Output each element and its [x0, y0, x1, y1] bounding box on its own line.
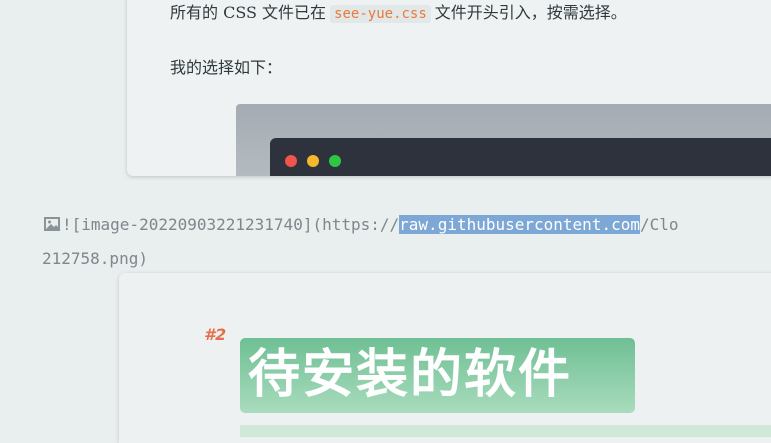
inline-code-filename: see-yue.css	[330, 5, 431, 23]
preview-text-suffix: 文件开头引入，按需选择。	[434, 3, 627, 22]
maximize-dot-icon	[329, 155, 341, 167]
source-suffix-text: /Clo	[639, 215, 679, 234]
image-icon	[44, 217, 60, 231]
section-number-badge: #2	[204, 325, 227, 344]
preview-screenshot-image[interactable]	[236, 104, 771, 176]
preview-paragraph-2: 我的选择如下：	[170, 58, 283, 77]
markdown-image-source-line[interactable]: ![image-20220903221231740](https://raw.g…	[44, 210, 679, 240]
rendered-image-card[interactable]: #2 待安装的软件	[119, 273, 771, 443]
rendered-preview-card: 所有的 CSS 文件已在 see-yue.css 文件开头引入，按需选择。 我的选择…	[127, 0, 771, 176]
preview-paragraph-1: 所有的 CSS 文件已在 see-yue.css 文件开头引入，按需选择。	[170, 2, 627, 25]
decorative-strip	[240, 425, 771, 437]
close-dot-icon	[285, 155, 297, 167]
markdown-image-source-continuation[interactable]: 212758.png)	[42, 247, 148, 271]
section-title-banner: 待安装的软件	[240, 338, 635, 413]
preview-text-prefix: 所有的 CSS 文件已在	[170, 3, 327, 22]
minimize-dot-icon	[307, 155, 319, 167]
selected-text[interactable]: raw.githubusercontent.com	[399, 215, 640, 234]
mac-window-frame	[270, 138, 771, 176]
source-prefix-text: ![image-20220903221231740](https://	[62, 215, 400, 234]
